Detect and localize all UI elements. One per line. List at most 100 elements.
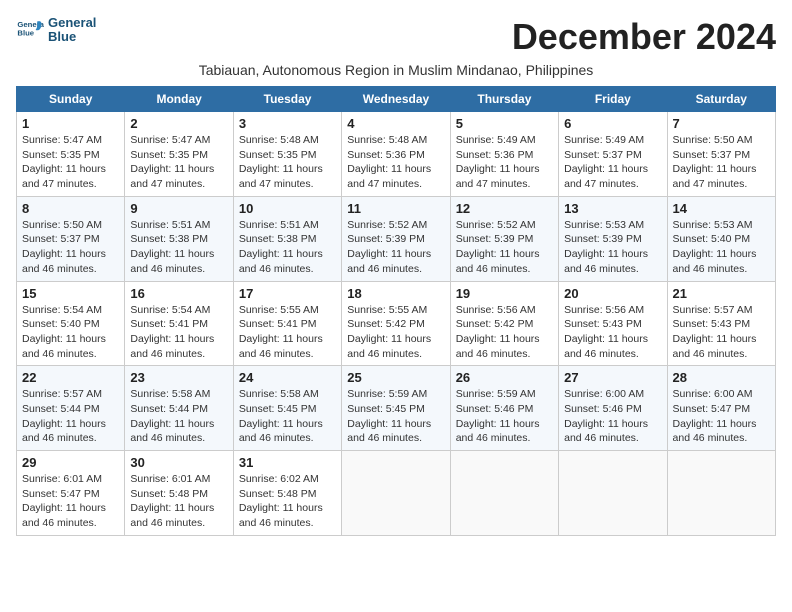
day-number: 14 bbox=[673, 201, 770, 216]
day-info: Sunrise: 6:01 AMSunset: 5:47 PMDaylight:… bbox=[22, 472, 119, 531]
calendar-cell: 5 Sunrise: 5:49 AMSunset: 5:36 PMDaylight… bbox=[450, 112, 558, 197]
calendar-cell: 15 Sunrise: 5:54 AMSunset: 5:40 PMDayligh… bbox=[17, 281, 125, 366]
day-info: Sunrise: 5:47 AMSunset: 5:35 PMDaylight:… bbox=[130, 133, 227, 192]
day-number: 8 bbox=[22, 201, 119, 216]
day-info: Sunrise: 5:56 AMSunset: 5:42 PMDaylight:… bbox=[456, 303, 553, 362]
calendar-cell: 3 Sunrise: 5:48 AMSunset: 5:35 PMDaylight… bbox=[233, 112, 341, 197]
day-number: 22 bbox=[22, 370, 119, 385]
day-number: 20 bbox=[564, 286, 661, 301]
day-info: Sunrise: 5:53 AMSunset: 5:39 PMDaylight:… bbox=[564, 218, 661, 277]
day-number: 17 bbox=[239, 286, 336, 301]
day-number: 31 bbox=[239, 455, 336, 470]
day-info: Sunrise: 5:52 AMSunset: 5:39 PMDaylight:… bbox=[347, 218, 444, 277]
day-header-friday: Friday bbox=[559, 87, 667, 112]
calendar-cell: 12 Sunrise: 5:52 AMSunset: 5:39 PMDayligh… bbox=[450, 196, 558, 281]
logo-text: General bbox=[48, 16, 96, 30]
calendar-cell: 23 Sunrise: 5:58 AMSunset: 5:44 PMDayligh… bbox=[125, 366, 233, 451]
day-info: Sunrise: 6:02 AMSunset: 5:48 PMDaylight:… bbox=[239, 472, 336, 531]
day-number: 3 bbox=[239, 116, 336, 131]
day-info: Sunrise: 5:54 AMSunset: 5:40 PMDaylight:… bbox=[22, 303, 119, 362]
calendar-cell: 29 Sunrise: 6:01 AMSunset: 5:47 PMDayligh… bbox=[17, 451, 125, 536]
day-number: 30 bbox=[130, 455, 227, 470]
calendar-cell: 30 Sunrise: 6:01 AMSunset: 5:48 PMDayligh… bbox=[125, 451, 233, 536]
calendar-cell: 19 Sunrise: 5:56 AMSunset: 5:42 PMDayligh… bbox=[450, 281, 558, 366]
day-number: 26 bbox=[456, 370, 553, 385]
calendar-cell bbox=[667, 451, 775, 536]
calendar-cell: 17 Sunrise: 5:55 AMSunset: 5:41 PMDayligh… bbox=[233, 281, 341, 366]
day-info: Sunrise: 5:49 AMSunset: 5:36 PMDaylight:… bbox=[456, 133, 553, 192]
day-number: 18 bbox=[347, 286, 444, 301]
calendar-cell: 26 Sunrise: 5:59 AMSunset: 5:46 PMDayligh… bbox=[450, 366, 558, 451]
day-number: 2 bbox=[130, 116, 227, 131]
day-info: Sunrise: 5:58 AMSunset: 5:44 PMDaylight:… bbox=[130, 387, 227, 446]
logo-text2: Blue bbox=[48, 30, 96, 44]
day-header-wednesday: Wednesday bbox=[342, 87, 450, 112]
calendar-cell: 22 Sunrise: 5:57 AMSunset: 5:44 PMDayligh… bbox=[17, 366, 125, 451]
day-info: Sunrise: 5:59 AMSunset: 5:46 PMDaylight:… bbox=[456, 387, 553, 446]
calendar-cell: 25Sunrise: 5:59 AMSunset: 5:45 PMDayligh… bbox=[342, 366, 450, 451]
day-header-monday: Monday bbox=[125, 87, 233, 112]
day-info: Sunrise: 5:50 AMSunset: 5:37 PMDaylight:… bbox=[22, 218, 119, 277]
day-number: 13 bbox=[564, 201, 661, 216]
day-info: Sunrise: 5:57 AMSunset: 5:43 PMDaylight:… bbox=[673, 303, 770, 362]
calendar-cell: 31 Sunrise: 6:02 AMSunset: 5:48 PMDayligh… bbox=[233, 451, 341, 536]
day-number: 28 bbox=[673, 370, 770, 385]
month-title: December 2024 bbox=[512, 16, 776, 58]
svg-text:Blue: Blue bbox=[17, 29, 34, 38]
day-info: Sunrise: 5:58 AMSunset: 5:45 PMDaylight:… bbox=[239, 387, 336, 446]
calendar-cell: 10 Sunrise: 5:51 AMSunset: 5:38 PMDayligh… bbox=[233, 196, 341, 281]
day-number: 9 bbox=[130, 201, 227, 216]
logo-icon: General Blue bbox=[16, 16, 44, 44]
day-number: 19 bbox=[456, 286, 553, 301]
calendar-cell bbox=[450, 451, 558, 536]
calendar-cell: 1 Sunrise: 5:47 AMSunset: 5:35 PMDaylight… bbox=[17, 112, 125, 197]
day-header-sunday: Sunday bbox=[17, 87, 125, 112]
calendar-cell: 4Sunrise: 5:48 AMSunset: 5:36 PMDaylight… bbox=[342, 112, 450, 197]
day-info: Sunrise: 5:57 AMSunset: 5:44 PMDaylight:… bbox=[22, 387, 119, 446]
day-info: Sunrise: 5:55 AMSunset: 5:42 PMDaylight:… bbox=[347, 303, 444, 362]
day-number: 6 bbox=[564, 116, 661, 131]
day-info: Sunrise: 6:00 AMSunset: 5:47 PMDaylight:… bbox=[673, 387, 770, 446]
day-number: 27 bbox=[564, 370, 661, 385]
calendar-cell: 13 Sunrise: 5:53 AMSunset: 5:39 PMDayligh… bbox=[559, 196, 667, 281]
calendar-cell: 6Sunrise: 5:49 AMSunset: 5:37 PMDaylight… bbox=[559, 112, 667, 197]
day-info: Sunrise: 5:56 AMSunset: 5:43 PMDaylight:… bbox=[564, 303, 661, 362]
calendar-cell: 11 Sunrise: 5:52 AMSunset: 5:39 PMDayligh… bbox=[342, 196, 450, 281]
page-subtitle: Tabiauan, Autonomous Region in Muslim Mi… bbox=[16, 62, 776, 78]
day-info: Sunrise: 5:55 AMSunset: 5:41 PMDaylight:… bbox=[239, 303, 336, 362]
day-info: Sunrise: 5:48 AMSunset: 5:35 PMDaylight:… bbox=[239, 133, 336, 192]
day-info: Sunrise: 5:52 AMSunset: 5:39 PMDaylight:… bbox=[456, 218, 553, 277]
calendar-table: SundayMondayTuesdayWednesdayThursdayFrid… bbox=[16, 86, 776, 536]
day-header-thursday: Thursday bbox=[450, 87, 558, 112]
day-info: Sunrise: 5:53 AMSunset: 5:40 PMDaylight:… bbox=[673, 218, 770, 277]
day-info: Sunrise: 5:51 AMSunset: 5:38 PMDaylight:… bbox=[239, 218, 336, 277]
day-number: 15 bbox=[22, 286, 119, 301]
day-info: Sunrise: 5:59 AMSunset: 5:45 PMDaylight:… bbox=[347, 387, 444, 446]
calendar-cell: 21Sunrise: 5:57 AMSunset: 5:43 PMDayligh… bbox=[667, 281, 775, 366]
calendar-cell: 2 Sunrise: 5:47 AMSunset: 5:35 PMDaylight… bbox=[125, 112, 233, 197]
day-info: Sunrise: 5:50 AMSunset: 5:37 PMDaylight:… bbox=[673, 133, 770, 192]
day-header-tuesday: Tuesday bbox=[233, 87, 341, 112]
day-number: 1 bbox=[22, 116, 119, 131]
day-number: 24 bbox=[239, 370, 336, 385]
day-info: Sunrise: 5:48 AMSunset: 5:36 PMDaylight:… bbox=[347, 133, 444, 192]
day-number: 29 bbox=[22, 455, 119, 470]
calendar-cell: 27 Sunrise: 6:00 AMSunset: 5:46 PMDayligh… bbox=[559, 366, 667, 451]
day-number: 10 bbox=[239, 201, 336, 216]
day-info: Sunrise: 5:47 AMSunset: 5:35 PMDaylight:… bbox=[22, 133, 119, 192]
day-header-saturday: Saturday bbox=[667, 87, 775, 112]
calendar-cell: 20 Sunrise: 5:56 AMSunset: 5:43 PMDayligh… bbox=[559, 281, 667, 366]
day-number: 12 bbox=[456, 201, 553, 216]
calendar-cell: 18 Sunrise: 5:55 AMSunset: 5:42 PMDayligh… bbox=[342, 281, 450, 366]
calendar-cell bbox=[559, 451, 667, 536]
day-number: 5 bbox=[456, 116, 553, 131]
day-number: 11 bbox=[347, 201, 444, 216]
calendar-cell: 9Sunrise: 5:51 AMSunset: 5:38 PMDaylight… bbox=[125, 196, 233, 281]
calendar-cell: 7 Sunrise: 5:50 AMSunset: 5:37 PMDaylight… bbox=[667, 112, 775, 197]
day-info: Sunrise: 6:00 AMSunset: 5:46 PMDaylight:… bbox=[564, 387, 661, 446]
day-number: 23 bbox=[130, 370, 227, 385]
day-info: Sunrise: 6:01 AMSunset: 5:48 PMDaylight:… bbox=[130, 472, 227, 531]
calendar-cell: 16Sunrise: 5:54 AMSunset: 5:41 PMDayligh… bbox=[125, 281, 233, 366]
day-number: 7 bbox=[673, 116, 770, 131]
calendar-cell: 24 Sunrise: 5:58 AMSunset: 5:45 PMDayligh… bbox=[233, 366, 341, 451]
